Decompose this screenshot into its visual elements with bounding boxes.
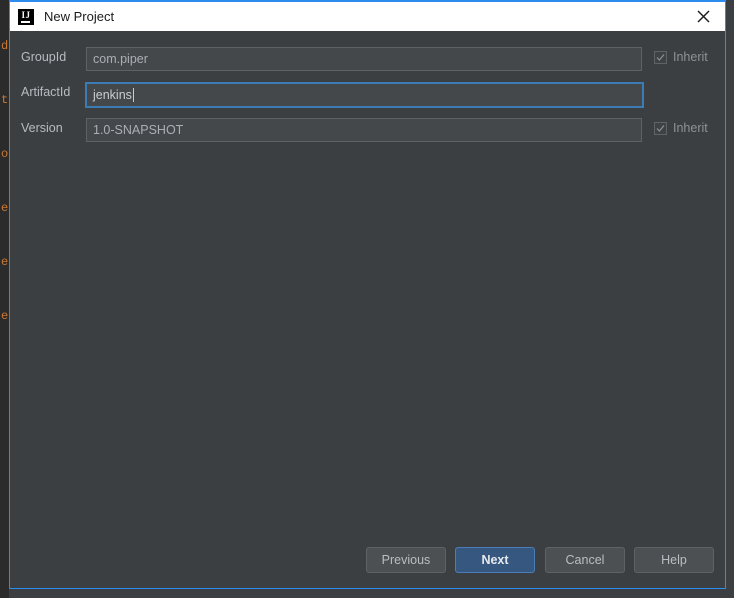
version-inherit-checkbox[interactable] xyxy=(654,121,667,135)
groupid-inherit-label: Inherit xyxy=(673,50,708,64)
version-inherit-label: Inherit xyxy=(673,121,708,135)
groupid-label: GroupId xyxy=(21,50,67,64)
text-caret xyxy=(132,88,134,102)
form-row-artifactid: ArtifactId jenkins xyxy=(10,82,725,108)
previous-button[interactable]: Previous xyxy=(366,547,446,573)
editor-gutter-text: d t o e e e xyxy=(0,0,9,598)
next-button[interactable]: Next xyxy=(455,547,535,573)
groupid-input[interactable]: com.piper xyxy=(86,47,642,71)
gutter-char: e xyxy=(1,309,9,323)
gutter-char: o xyxy=(1,147,9,161)
intellij-idea-icon: IJ xyxy=(18,8,34,25)
dialog-titlebar[interactable]: IJ New Project xyxy=(10,0,725,31)
artifactid-input[interactable]: jenkins xyxy=(85,82,644,108)
gutter-char: d xyxy=(1,39,9,53)
artifactid-value: jenkins xyxy=(93,88,132,102)
cancel-button[interactable]: Cancel xyxy=(545,547,625,573)
version-inherit-group[interactable]: Inherit xyxy=(654,121,708,135)
version-input[interactable]: 1.0-SNAPSHOT xyxy=(86,118,642,142)
artifactid-label: ArtifactId xyxy=(21,85,71,99)
version-label: Version xyxy=(21,121,63,135)
form-row-version: Version 1.0-SNAPSHOT Inherit xyxy=(10,118,725,142)
version-value: 1.0-SNAPSHOT xyxy=(93,123,184,137)
dialog-footer: Previous Next Cancel Help xyxy=(10,547,725,573)
new-project-dialog: IJ New Project GroupId com.piper Inherit xyxy=(9,0,726,589)
close-icon[interactable] xyxy=(681,2,725,31)
dialog-body: GroupId com.piper Inherit ArtifactId jen… xyxy=(10,31,725,587)
dialog-title: New Project xyxy=(44,9,115,24)
form-row-groupid: GroupId com.piper Inherit xyxy=(10,47,725,71)
groupid-inherit-group[interactable]: Inherit xyxy=(654,50,708,64)
groupid-value: com.piper xyxy=(93,52,148,66)
help-button[interactable]: Help xyxy=(634,547,714,573)
groupid-inherit-checkbox[interactable] xyxy=(654,50,667,64)
gutter-char: e xyxy=(1,201,9,215)
gutter-char: t xyxy=(1,93,9,107)
gutter-char: e xyxy=(1,255,9,269)
